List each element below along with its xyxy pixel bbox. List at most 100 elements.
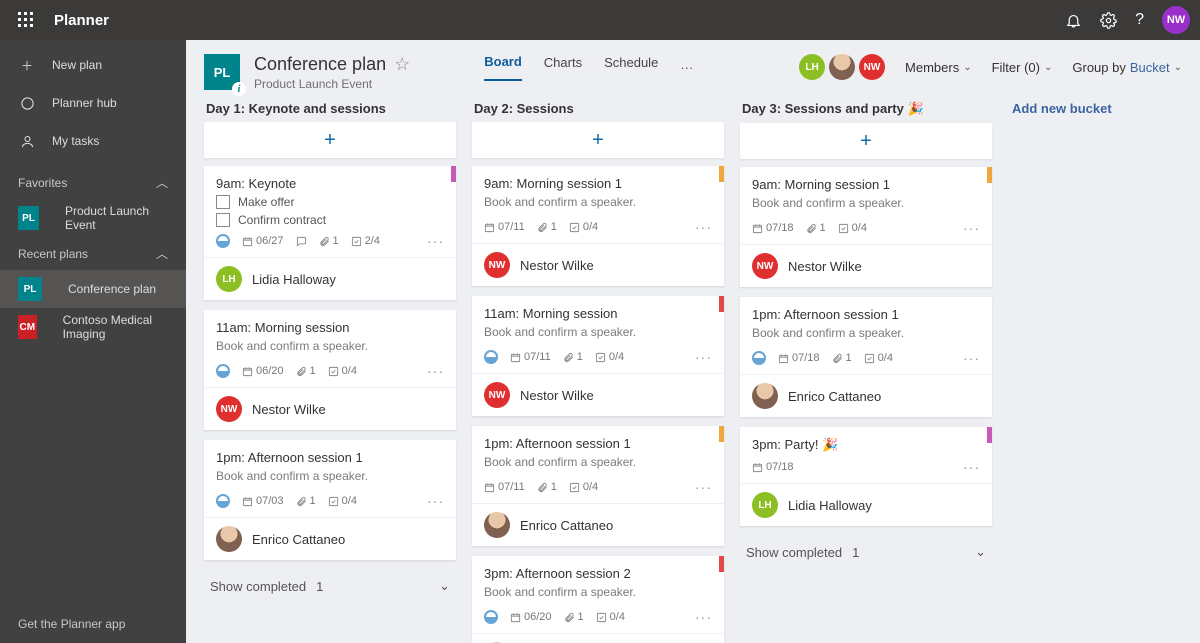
avatar-face: [484, 512, 510, 538]
planner-hub-icon: [18, 96, 36, 111]
due-date: 07/11: [484, 221, 525, 233]
members-dropdown[interactable]: Members⌄: [905, 60, 972, 75]
filter-dropdown[interactable]: Filter (0)⌄: [992, 60, 1053, 75]
attachment-count: 1: [537, 481, 557, 493]
help-icon[interactable]: ?: [1135, 11, 1144, 29]
plus-icon: ＋: [18, 57, 36, 74]
card-meta: 07/18 ···: [752, 457, 980, 477]
new-plan-button[interactable]: ＋ New plan: [0, 46, 186, 84]
avatar-face: [752, 383, 778, 409]
attachment-count: 1: [296, 495, 316, 507]
card-title: 9am: Morning session 1: [484, 176, 712, 191]
card-subtitle: Book and confirm a speaker.: [484, 455, 712, 469]
recent-header[interactable]: Recent plans ︿: [0, 237, 186, 270]
card-menu-icon[interactable]: ···: [963, 350, 980, 366]
show-completed-toggle[interactable]: Show completed1⌄: [740, 536, 992, 568]
task-card[interactable]: 1pm: Afternoon session 1 Book and confir…: [204, 440, 456, 560]
sidebar: ＋ New plan Planner hub My tasks Favorite…: [0, 40, 186, 643]
due-date: 06/20: [510, 611, 552, 623]
card-menu-icon[interactable]: ···: [695, 349, 712, 365]
progress-icon: [484, 610, 498, 624]
tab-board[interactable]: Board: [484, 54, 522, 81]
task-card[interactable]: 9am: Keynote Make offerConfirm contract …: [204, 166, 456, 300]
task-card[interactable]: 9am: Morning session 1 Book and confirm …: [472, 166, 724, 286]
card-title: 1pm: Afternoon session 1: [752, 307, 980, 322]
progress-icon: [216, 364, 230, 378]
notifications-icon[interactable]: [1065, 12, 1082, 29]
bucket-title[interactable]: Day 1: Keynote and sessions: [204, 95, 456, 122]
checklist-item[interactable]: Make offer: [216, 195, 444, 209]
checkbox-icon: [216, 213, 230, 227]
progress-icon: [216, 234, 230, 248]
planner-hub-label: Planner hub: [52, 96, 117, 110]
show-completed-toggle[interactable]: Show completed1⌄: [204, 570, 456, 602]
plan-title: Conference plan ☆: [254, 54, 410, 75]
card-meta: 06/27 1 2/4 ···: [216, 231, 444, 251]
avatar: NW: [484, 382, 510, 408]
avatar-nw: NW: [859, 54, 885, 80]
member-avatars[interactable]: LH NW: [799, 54, 885, 80]
get-app-link[interactable]: Get the Planner app: [0, 605, 186, 643]
task-card[interactable]: 1pm: Afternoon session 1 Book and confir…: [472, 426, 724, 546]
settings-icon[interactable]: [1100, 12, 1117, 29]
card-menu-icon[interactable]: ···: [427, 493, 444, 509]
category-tag: [719, 166, 724, 182]
sidebar-fav-item[interactable]: PL Product Launch Event: [0, 199, 186, 237]
checkbox-icon: [216, 195, 230, 209]
user-avatar[interactable]: NW: [1162, 6, 1190, 34]
checklist-count: 0/4: [328, 495, 357, 507]
tab-schedule[interactable]: Schedule: [604, 55, 658, 80]
bucket-title[interactable]: Day 2: Sessions: [472, 95, 724, 122]
category-tag: [987, 427, 992, 443]
info-icon[interactable]: i: [232, 82, 246, 96]
due-date: 07/11: [484, 481, 525, 493]
card-title: 3pm: Afternoon session 2: [484, 566, 712, 581]
board: Day 1: Keynote and sessions + 9am: Keyno…: [186, 91, 1200, 643]
card-title: 11am: Morning session: [216, 320, 444, 335]
favorites-header[interactable]: Favorites ︿: [0, 166, 186, 199]
bucket: Day 1: Keynote and sessions + 9am: Keyno…: [204, 95, 456, 625]
add-task-button[interactable]: +: [472, 122, 724, 158]
card-subtitle: Book and confirm a speaker.: [752, 196, 980, 210]
card-menu-icon[interactable]: ···: [963, 220, 980, 236]
task-card[interactable]: 3pm: Party! 🎉 07/18 ··· LHLidia Halloway: [740, 427, 992, 526]
task-card[interactable]: 1pm: Afternoon session 1 Book and confir…: [740, 297, 992, 417]
add-task-button[interactable]: +: [740, 123, 992, 159]
task-card[interactable]: 9am: Morning session 1 Book and confirm …: [740, 167, 992, 287]
card-menu-icon[interactable]: ···: [695, 219, 712, 235]
bucket-title[interactable]: Day 3: Sessions and party 🎉: [740, 95, 992, 123]
card-menu-icon[interactable]: ···: [427, 363, 444, 379]
group-by-dropdown[interactable]: Group by Bucket⌄: [1072, 60, 1182, 75]
due-date: 06/27: [242, 235, 284, 247]
my-tasks-link[interactable]: My tasks: [0, 122, 186, 160]
checklist-item[interactable]: Confirm contract: [216, 213, 444, 227]
checklist-count: 0/4: [838, 222, 867, 234]
app-launcher-icon[interactable]: [10, 4, 42, 36]
card-menu-icon[interactable]: ···: [695, 479, 712, 495]
favorite-star-icon[interactable]: ☆: [394, 54, 410, 75]
task-card[interactable]: 11am: Morning session Book and confirm a…: [472, 296, 724, 416]
plan-chip: CM: [18, 315, 37, 339]
attachment-count: 1: [563, 351, 583, 363]
sidebar-recent-item[interactable]: PL Conference plan: [0, 270, 186, 308]
avatar: NW: [484, 252, 510, 278]
more-icon[interactable]: ···: [680, 60, 693, 75]
sidebar-recent-item[interactable]: CM Contoso Medical Imaging: [0, 308, 186, 346]
checklist-count: 2/4: [351, 235, 380, 247]
task-card[interactable]: 3pm: Afternoon session 2 Book and confir…: [472, 556, 724, 643]
card-menu-icon[interactable]: ···: [963, 459, 980, 475]
card-assignee: Enrico Cattaneo: [472, 503, 724, 546]
sidebar-item-label: Conference plan: [68, 282, 156, 296]
card-menu-icon[interactable]: ···: [695, 609, 712, 625]
tab-charts[interactable]: Charts: [544, 55, 582, 80]
task-card[interactable]: 11am: Morning session Book and confirm a…: [204, 310, 456, 430]
planner-hub-link[interactable]: Planner hub: [0, 84, 186, 122]
category-tag: [719, 556, 724, 572]
checklist-count: 0/4: [595, 351, 624, 363]
add-task-button[interactable]: +: [204, 122, 456, 158]
attachment-count: 1: [806, 222, 826, 234]
new-bucket[interactable]: Add new bucket: [1008, 95, 1200, 625]
card-menu-icon[interactable]: ···: [427, 233, 444, 249]
app-name: Planner: [54, 12, 109, 29]
attachment-count: 1: [296, 365, 316, 377]
